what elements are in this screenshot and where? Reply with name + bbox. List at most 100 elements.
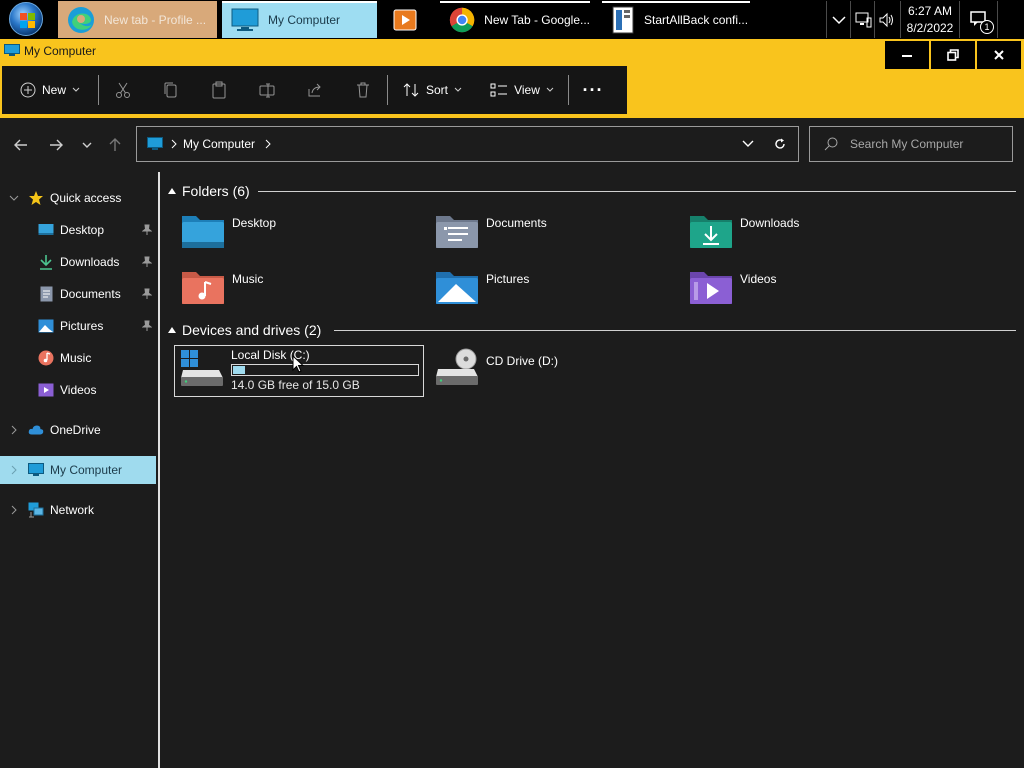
up-button[interactable] (104, 134, 126, 156)
sidebar-item-quick-access[interactable]: Quick access (0, 184, 156, 212)
sidebar-item-network[interactable]: Network (0, 496, 156, 524)
star-icon (28, 190, 44, 206)
minimize-icon (902, 55, 912, 57)
share-button[interactable] (291, 66, 339, 114)
sidebar-item-desktop[interactable]: Desktop (0, 216, 156, 244)
arrow-up-icon (109, 138, 121, 151)
sidebar-item-label: Downloads (60, 255, 120, 269)
taskbar-item-media-player[interactable] (386, 1, 426, 38)
taskbar-item-my-computer[interactable]: My Computer (222, 1, 377, 38)
new-button[interactable]: New (2, 66, 98, 114)
forward-button[interactable] (45, 134, 67, 156)
sidebar-item-documents[interactable]: Documents (0, 280, 156, 308)
cd-drive-icon (436, 348, 478, 385)
drives-group-header[interactable]: Devices and drives (2) (168, 320, 321, 340)
documents-folder-icon (436, 216, 478, 248)
pin-icon[interactable] (141, 320, 153, 335)
speaker-icon (879, 12, 893, 27)
rename-button[interactable] (243, 66, 291, 114)
folder-label: Downloads (740, 216, 800, 230)
restore-button[interactable] (931, 41, 975, 69)
startallback-icon (612, 6, 634, 33)
videos-folder-icon (690, 272, 732, 304)
tray-overflow-button[interactable] (826, 1, 850, 38)
back-button[interactable] (10, 134, 32, 156)
breadcrumb-my-computer[interactable]: My Computer (183, 137, 255, 151)
share-icon (308, 83, 321, 97)
chevron-right-icon[interactable] (0, 465, 28, 475)
view-button[interactable]: View (476, 66, 568, 114)
folder-desktop[interactable]: Desktop (176, 210, 426, 258)
downloads-folder-icon (690, 216, 732, 248)
notification-button[interactable]: 1 (962, 1, 998, 38)
folder-videos[interactable]: Videos (684, 266, 934, 314)
taskbar-item-label: My Computer (268, 12, 341, 27)
sidebar-item-videos[interactable]: Videos (0, 376, 156, 404)
recent-locations-button[interactable] (76, 134, 98, 156)
refresh-icon[interactable] (774, 138, 786, 150)
mouse-cursor-icon (292, 355, 304, 373)
folder-pictures[interactable]: Pictures (430, 266, 680, 314)
minimize-button[interactable] (885, 41, 929, 69)
network-icon (28, 502, 44, 518)
taskbar-clock[interactable]: 6:27 AM 8/2/2022 (900, 1, 960, 38)
sort-button-label: Sort (425, 83, 448, 97)
computer-icon (147, 137, 163, 150)
taskbar-item-label: StartAllBack confi... (644, 12, 749, 27)
chevron-down-icon[interactable] (0, 195, 28, 201)
folder-music[interactable]: Music (176, 266, 426, 314)
drive-usage-fill (233, 366, 246, 374)
notification-count-badge: 1 (980, 20, 994, 34)
folder-downloads[interactable]: Downloads (684, 210, 934, 258)
paste-button[interactable] (195, 66, 243, 114)
music-icon (38, 350, 54, 366)
folders-group-header[interactable]: Folders (6) (168, 181, 250, 201)
document-icon (38, 286, 54, 302)
taskbar-item-startallback[interactable]: StartAllBack confi... (602, 1, 750, 38)
sidebar-item-music[interactable]: Music (0, 344, 156, 372)
chevron-right-icon[interactable] (0, 425, 28, 435)
sidebar-item-onedrive[interactable]: OneDrive (0, 416, 156, 444)
sort-icon (403, 83, 419, 97)
scissors-icon (116, 82, 130, 98)
chevron-down-icon[interactable] (742, 140, 754, 148)
sidebar-item-downloads[interactable]: Downloads (0, 248, 156, 276)
folder-documents[interactable]: Documents (430, 210, 680, 258)
copy-button[interactable] (147, 66, 195, 114)
pin-icon[interactable] (141, 224, 153, 239)
chevron-down-icon (82, 142, 92, 148)
folder-label: Pictures (486, 272, 530, 286)
window-title: My Computer (24, 44, 97, 58)
search-box[interactable] (809, 126, 1013, 162)
search-input[interactable] (850, 137, 1010, 151)
hard-drive-icon (181, 350, 223, 386)
cut-button[interactable] (99, 66, 147, 114)
taskbar-item-chrome[interactable]: New Tab - Google... (440, 1, 590, 38)
pin-icon[interactable] (141, 288, 153, 303)
pin-icon[interactable] (141, 256, 153, 271)
chevron-right-icon[interactable] (0, 505, 28, 515)
restore-icon (947, 49, 959, 61)
volume-tray-button[interactable] (874, 1, 898, 38)
address-bar[interactable]: My Computer (136, 126, 799, 162)
sort-button[interactable]: Sort (388, 66, 476, 114)
close-button[interactable] (977, 41, 1021, 69)
group-title: Devices and drives (2) (182, 322, 322, 338)
drive-cd-d[interactable]: CD Drive (D:) (430, 345, 680, 397)
chevron-down-icon (546, 87, 554, 92)
content-pane: Folders (6) Desktop Documents Downloads (160, 172, 1024, 768)
view-list-icon (490, 83, 508, 97)
taskbar-item-edge[interactable]: New tab - Profile ... (58, 1, 217, 38)
collapse-triangle-icon (168, 327, 176, 333)
delete-button[interactable] (339, 66, 387, 114)
sidebar-item-pictures[interactable]: Pictures (0, 312, 156, 340)
sidebar-item-my-computer[interactable]: My Computer (0, 456, 156, 484)
sidebar-item-label: Quick access (50, 191, 122, 205)
more-options-button[interactable]: ··· (569, 66, 617, 114)
trash-icon (357, 82, 369, 98)
network-tray-button[interactable] (850, 1, 874, 38)
edge-icon (68, 6, 94, 33)
plus-circle-icon (20, 82, 36, 98)
start-button[interactable] (4, 1, 48, 37)
clock-time: 6:27 AM (907, 4, 953, 18)
